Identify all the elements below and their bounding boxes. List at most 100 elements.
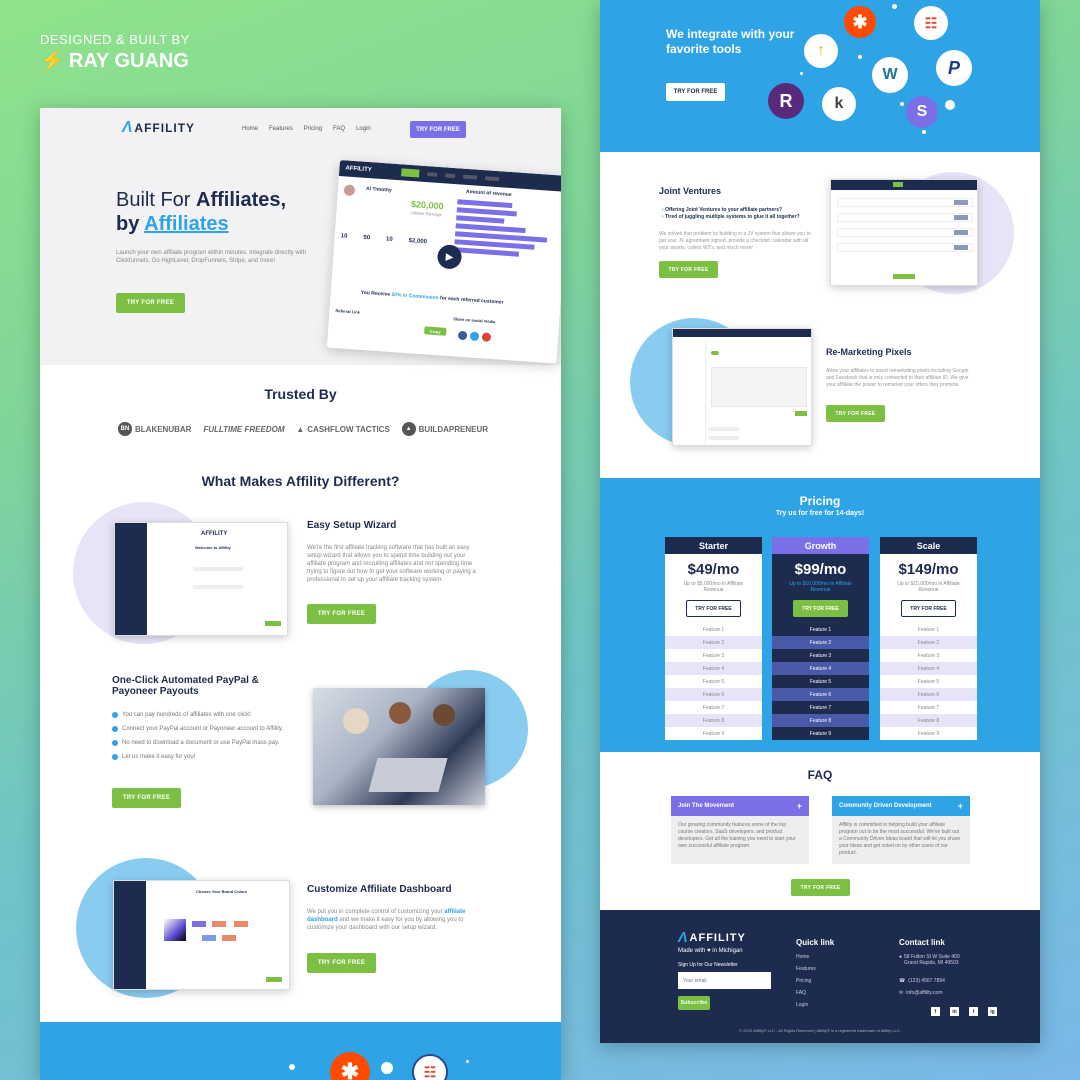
hero-section: Λ AFFILITY Home Features Pricing FAQ Logi… [40, 108, 561, 365]
logo-text: AFFILITY [134, 121, 196, 135]
footer-link-login[interactable]: Login [796, 1002, 816, 1008]
nav-home[interactable]: Home [242, 126, 258, 132]
triangle-icon: ▲ [296, 424, 305, 434]
subscribe-button[interactable]: Subscribe [678, 996, 710, 1010]
mock-rows [837, 198, 973, 252]
wizard-text: We're the first affiliate tracking softw… [307, 545, 476, 583]
decor-dot [858, 55, 862, 59]
plan-try-button[interactable]: TRY FOR FREE [901, 600, 956, 617]
wizard-title: Easy Setup Wizard [307, 520, 397, 531]
nav-features[interactable]: Features [269, 126, 293, 132]
footer-link-home[interactable]: Home [796, 954, 816, 960]
trusted-logo-text: FULLTIME FREEDOM [203, 424, 285, 434]
trusted-logo-text: CASHFLOW TACTICS [307, 424, 390, 434]
mock-share-label: Share on social media [453, 316, 496, 325]
customize-text-pre: We put you in complete control of custom… [307, 909, 445, 915]
person-head [433, 704, 455, 726]
facebook-icon[interactable]: f [931, 1007, 940, 1016]
mock-row [837, 228, 973, 237]
landing-page-right: We integrate with your favorite tools TR… [600, 0, 1040, 1043]
faq-question[interactable]: Community Driven Development + [832, 796, 970, 816]
plan-try-button[interactable]: TRY FOR FREE [793, 600, 848, 617]
hero-title-by: by [116, 213, 145, 235]
plan-feature: Feature 1 [917, 626, 940, 633]
faq-try-button[interactable]: TRY FOR FREE [791, 879, 850, 896]
joint-try-button[interactable]: TRY FOR FREE [659, 261, 718, 278]
hero-try-button[interactable]: TRY FOR FREE [116, 293, 185, 313]
pricing-subtitle: Try us for free for 14-days! [775, 510, 865, 517]
trusted-title: Trusted By [264, 386, 337, 402]
plan-growth: Growth $99/mo Up to $10,000/mo in Affili… [772, 537, 869, 740]
plan-feature: Feature 2 [772, 636, 869, 649]
plan-price: $99/mo [794, 561, 847, 578]
credit-line1: DESIGNED & BUILT BY [40, 32, 190, 47]
footer-logo[interactable]: Λ AFFILITY [678, 930, 746, 946]
payouts-try-button[interactable]: TRY FOR FREE [112, 788, 181, 808]
mock-tab [463, 174, 478, 180]
nav-faq[interactable]: FAQ [333, 126, 345, 132]
mock-field [709, 436, 739, 440]
plan-try-button[interactable]: TRY FOR FREE [686, 600, 741, 617]
play-video-icon[interactable]: ▶ [436, 244, 463, 270]
mock-row-btn [954, 200, 968, 205]
footer-link-features[interactable]: Features [796, 966, 816, 972]
instagram-icon[interactable]: ig [988, 1007, 997, 1016]
remarketing-try-button[interactable]: TRY FOR FREE [826, 405, 885, 422]
paypal-icon: P [936, 50, 972, 86]
mock-bar [453, 247, 520, 257]
footer-link-pricing[interactable]: Pricing [796, 978, 816, 984]
mock-field [193, 567, 243, 571]
mock-topbar [831, 180, 977, 190]
newsletter-email-input[interactable] [678, 972, 771, 989]
logo-buildapreneur: ▲ BUILDAPRENEUR [401, 422, 488, 436]
nav-pricing[interactable]: Pricing [304, 126, 322, 132]
main-nav: Home Features Pricing FAQ Login [242, 126, 371, 132]
linkedin-icon[interactable]: in [950, 1007, 959, 1016]
nav-try-button[interactable]: TRY FOR FREE [410, 121, 466, 138]
mock-next [266, 977, 282, 982]
contact-phone: ☎ (123) 4567 7894 [899, 978, 945, 984]
decor-dot [892, 4, 897, 9]
joint-bullet-text: Offering Joint Ventures to your affiliat… [665, 207, 783, 213]
mock-commission: You Receive 50% in Commission for each r… [361, 290, 504, 306]
plus-icon[interactable]: + [797, 801, 802, 811]
swatch [212, 921, 226, 927]
contact-email-text[interactable]: info@affility.com [906, 990, 942, 996]
mock-copy-button: Copy [424, 326, 447, 336]
contact-email: ✉ info@affility.com [899, 990, 943, 996]
faq-question-text: Join The Movement [678, 803, 735, 809]
faq-item[interactable]: Join The Movement + Our growing community… [671, 796, 809, 864]
wordpress-icon: W [872, 57, 908, 93]
faq-item[interactable]: Community Driven Development + Affility i… [832, 796, 970, 864]
plan-limit: Up to $15,000/mo in Affiliate Revenue [897, 581, 960, 593]
twitter-icon[interactable]: t [969, 1007, 978, 1016]
contact-address-text: 58 Fulton St W Suite 400 Grand Rapids, M… [904, 954, 960, 966]
faq-question[interactable]: Join The Movement + [671, 796, 809, 816]
contact-address: ● 58 Fulton St W Suite 400 Grand Rapids, … [899, 954, 961, 966]
mock-referral-label: Referral Link [335, 308, 361, 315]
payouts-item: No need to download a document or use Pa… [112, 739, 307, 747]
mock-toggle [711, 351, 719, 355]
decor-dot [945, 100, 955, 110]
integrate-try-button[interactable]: TRY FOR FREE [666, 83, 725, 101]
mock-chart-title: Amount of revenue [465, 188, 512, 199]
mock-editor [711, 367, 807, 407]
mock-save [795, 411, 807, 416]
mock-stat: 50 [363, 234, 371, 242]
plus-icon[interactable]: + [958, 801, 963, 811]
plan-limit: Up to $5,000/mo in Affiliate Revenue [683, 581, 744, 593]
wizard-try-button[interactable]: TRY FOR FREE [307, 604, 376, 624]
wizard-mockup: AFFILITY Welcome to Affility [114, 522, 288, 636]
laptop [368, 758, 448, 792]
nav-login[interactable]: Login [356, 126, 371, 132]
remarketing-mockup [672, 328, 812, 446]
logo[interactable]: Λ AFFILITY [122, 119, 195, 137]
payouts-list: You can pay hundreds of affiliates with … [112, 711, 307, 761]
mock-stat: $2,000 [408, 237, 428, 246]
customize-try-button[interactable]: TRY FOR FREE [307, 953, 376, 973]
mock-logo: AFFILITY [345, 165, 372, 174]
footer-link-faq[interactable]: FAQ [796, 990, 816, 996]
decor-dot [900, 102, 904, 106]
customize-title: Customize Affiliate Dashboard [307, 884, 452, 895]
hero-dashboard-mockup: AFFILITY Al Timothy $20,000 Lifetime Ear… [326, 160, 561, 364]
